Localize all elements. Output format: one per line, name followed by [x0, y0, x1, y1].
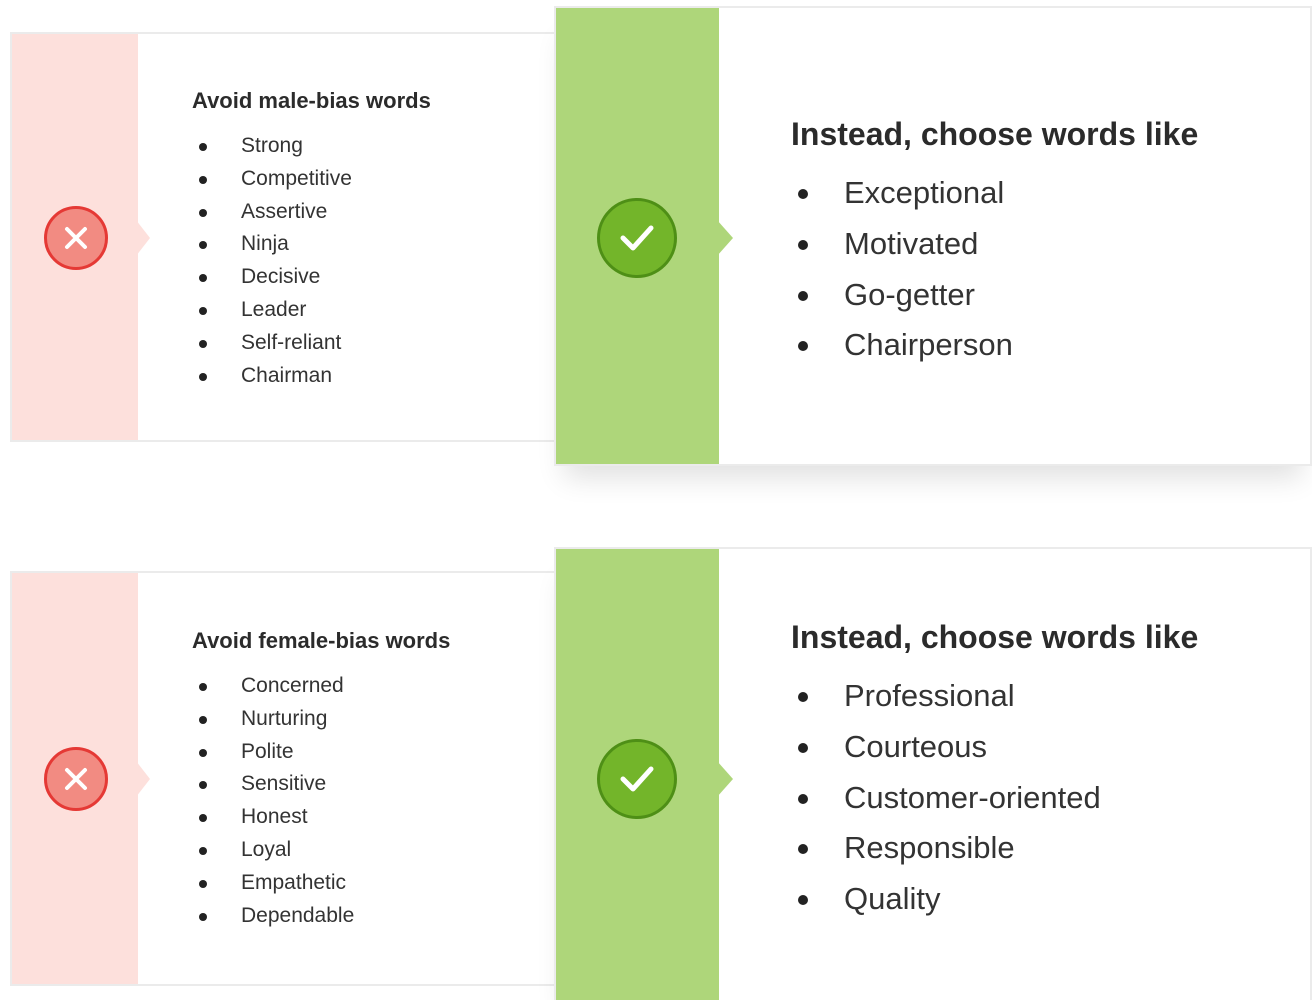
list-item: Assertive [195, 196, 352, 229]
list-item: Decisive [195, 261, 352, 294]
choose-notch [717, 761, 733, 797]
list-item: Self-reliant [195, 327, 352, 360]
list-item: Chairman [195, 360, 352, 393]
list-item: Quality [792, 874, 1101, 925]
list-item: Strong [195, 130, 352, 163]
list-item: Ninja [195, 228, 352, 261]
avoid-male-bias-card: Avoid male-bias words Strong Competitive… [10, 32, 556, 442]
list-item: Competitive [195, 163, 352, 196]
choose-title: Instead, choose words like [791, 116, 1199, 152]
checkmark-icon [597, 198, 677, 278]
list-item: Exceptional [792, 168, 1013, 219]
list-item: Honest [195, 801, 354, 834]
avoid-notch [136, 220, 150, 256]
choose-word-list: Professional Courteous Customer-oriented… [792, 671, 1101, 925]
list-item: Go-getter [792, 270, 1013, 321]
avoid-word-list: Strong Competitive Assertive Ninja Decis… [195, 130, 352, 392]
list-item: Responsible [792, 823, 1101, 874]
checkmark-icon [597, 739, 677, 819]
choose-title: Instead, choose words like [791, 619, 1199, 655]
list-item: Concerned [195, 670, 354, 703]
choose-notch [717, 220, 733, 256]
list-item: Nurturing [195, 703, 354, 736]
avoid-female-bias-card: Avoid female-bias words Concerned Nurtur… [10, 571, 556, 986]
list-item: Empathetic [195, 867, 354, 900]
list-item: Dependable [195, 900, 354, 933]
x-icon [44, 747, 108, 811]
choose-words-card: Instead, choose words like Exceptional M… [554, 6, 1312, 466]
list-item: Sensitive [195, 768, 354, 801]
list-item: Leader [195, 294, 352, 327]
list-item: Motivated [792, 219, 1013, 270]
list-item: Polite [195, 736, 354, 769]
avoid-word-list: Concerned Nurturing Polite Sensitive Hon… [195, 670, 354, 932]
choose-word-list: Exceptional Motivated Go-getter Chairper… [792, 168, 1013, 371]
x-icon [44, 206, 108, 270]
list-item: Professional [792, 671, 1101, 722]
list-item: Loyal [195, 834, 354, 867]
list-item: Chairperson [792, 320, 1013, 371]
avoid-title: Avoid male-bias words [192, 88, 431, 113]
list-item: Courteous [792, 722, 1101, 773]
avoid-title: Avoid female-bias words [192, 628, 451, 653]
list-item: Customer-oriented [792, 773, 1101, 824]
choose-words-card: Instead, choose words like Professional … [554, 547, 1312, 1000]
avoid-notch [136, 761, 150, 797]
